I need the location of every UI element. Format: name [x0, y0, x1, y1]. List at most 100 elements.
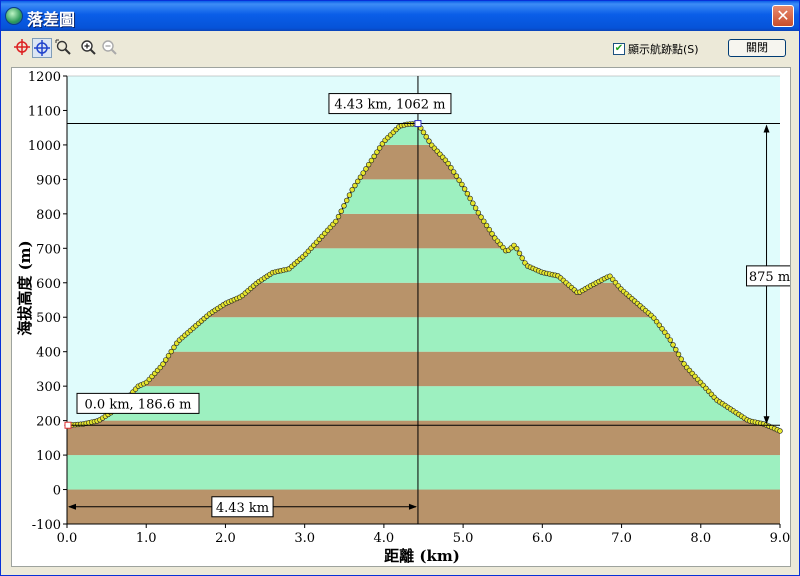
- track-point: [461, 186, 468, 192]
- track-point: [349, 187, 355, 193]
- y-tick-label: 500: [36, 311, 61, 326]
- y-tick-label: 0: [53, 484, 61, 499]
- y-tick-label: 1000: [28, 139, 61, 154]
- start-point-label: 0.0 km, 186.6 m: [85, 397, 192, 412]
- window-close-button[interactable]: ✕: [772, 5, 794, 27]
- track-point: [450, 169, 457, 175]
- elevation-gain-label: 875 m: [749, 270, 790, 285]
- track-point: [464, 190, 471, 197]
- track-point: [516, 250, 523, 257]
- toolbar: ✔ 顯示航跡點(S) 關閉: [1, 32, 799, 64]
- track-point: [357, 174, 364, 180]
- y-tick-label: 1200: [28, 70, 61, 85]
- track-point: [423, 134, 429, 140]
- track-point: [346, 192, 353, 198]
- track-point: [341, 203, 347, 209]
- x-axis-label: 距離 (km): [384, 547, 460, 565]
- track-point: [777, 428, 783, 434]
- track-point: [354, 178, 361, 185]
- y-axis-label: 海拔高度 (m): [16, 240, 34, 335]
- track-point: [333, 218, 339, 225]
- track-point: [467, 195, 473, 202]
- x-tick-label: 9.0: [770, 531, 790, 546]
- x-tick-label: 0.0: [57, 531, 78, 546]
- track-point: [160, 361, 166, 367]
- track-point: [456, 177, 462, 183]
- x-tick-label: 7.0: [611, 531, 632, 546]
- close-button[interactable]: 關閉: [728, 39, 786, 57]
- x-tick-label: 6.0: [532, 531, 553, 546]
- track-point: [470, 200, 476, 206]
- track-point: [475, 210, 482, 216]
- y-tick-label: 300: [36, 380, 61, 395]
- cursor-readout-label: 4.43 km, 1062 m: [334, 98, 445, 113]
- track-point: [514, 245, 520, 252]
- elevation-band: [67, 420, 780, 456]
- track-point: [374, 149, 380, 155]
- y-tick-label: 100: [36, 449, 61, 464]
- x-tick-label: 5.0: [453, 531, 474, 546]
- track-point: [459, 181, 465, 188]
- track-point: [667, 337, 674, 343]
- start-marker: [64, 421, 72, 429]
- track-point: [453, 173, 460, 179]
- track-point: [335, 213, 342, 220]
- track-point: [670, 342, 676, 348]
- elevation-profile-chart[interactable]: -100 0 100 200 300 400 500 600 700 800 900 1000 1100…: [11, 67, 791, 567]
- x-tick-label: 1.0: [136, 531, 157, 546]
- app-globe-icon: [5, 7, 23, 25]
- x-tick-label: 2.0: [215, 531, 236, 546]
- track-point: [368, 157, 375, 164]
- x-tick-label: 3.0: [294, 531, 315, 546]
- chart-svg[interactable]: -100010020030040050060070080090010001100…: [12, 68, 790, 566]
- zoom-out-icon[interactable]: [100, 38, 120, 58]
- track-point: [478, 214, 484, 220]
- track-point: [489, 231, 495, 237]
- distance-label: 4.43 km: [216, 501, 269, 516]
- track-point: [360, 170, 366, 176]
- crosshair-red-icon[interactable]: [13, 38, 33, 58]
- track-point: [171, 344, 177, 351]
- app-window: 落差圖 ✕ ✔ 顯示航跡點(S) 關閉 -100 0 100 200 300 4…: [0, 0, 800, 576]
- track-point: [344, 197, 350, 204]
- track-point: [673, 346, 679, 353]
- track-point: [363, 166, 369, 172]
- checkbox-check-icon[interactable]: ✔: [613, 43, 625, 55]
- y-tick-label: 400: [36, 346, 61, 361]
- y-tick-label: 700: [36, 242, 61, 257]
- track-point: [420, 129, 427, 136]
- track-point: [675, 351, 682, 358]
- cursor-marker[interactable]: [414, 120, 422, 128]
- y-tick-label: 900: [36, 173, 61, 188]
- track-point: [483, 222, 490, 229]
- crosshair-blue-icon[interactable]: [32, 38, 52, 58]
- track-point: [519, 255, 525, 261]
- track-point: [163, 357, 169, 363]
- track-point: [481, 218, 487, 224]
- track-point: [168, 348, 174, 355]
- track-point: [426, 138, 432, 144]
- y-tick-label: 1100: [28, 104, 61, 119]
- track-point: [165, 353, 172, 359]
- zoom-reset-icon[interactable]: [54, 38, 74, 58]
- track-point: [376, 145, 383, 151]
- y-tick-label: 600: [36, 277, 61, 292]
- track-point: [486, 226, 493, 233]
- title-bar[interactable]: 落差圖 ✕: [1, 1, 799, 31]
- y-tick-label: 800: [36, 208, 61, 223]
- x-tick-label: 8.0: [690, 531, 711, 546]
- track-point: [678, 356, 684, 362]
- track-point: [448, 165, 454, 171]
- track-point: [338, 208, 344, 214]
- track-point: [365, 161, 372, 168]
- y-tick-label: 200: [36, 415, 61, 430]
- track-point: [445, 160, 451, 167]
- elevation-band: [67, 455, 780, 490]
- show-points-label: 顯示航跡點(S): [628, 43, 699, 56]
- elevation-band: [67, 351, 780, 387]
- x-tick-label: 4.0: [374, 531, 395, 546]
- track-point: [352, 182, 358, 189]
- window-title: 落差圖: [27, 10, 76, 29]
- show-points-checkbox[interactable]: ✔ 顯示航跡點(S): [613, 41, 699, 57]
- zoom-in-icon[interactable]: [79, 38, 99, 58]
